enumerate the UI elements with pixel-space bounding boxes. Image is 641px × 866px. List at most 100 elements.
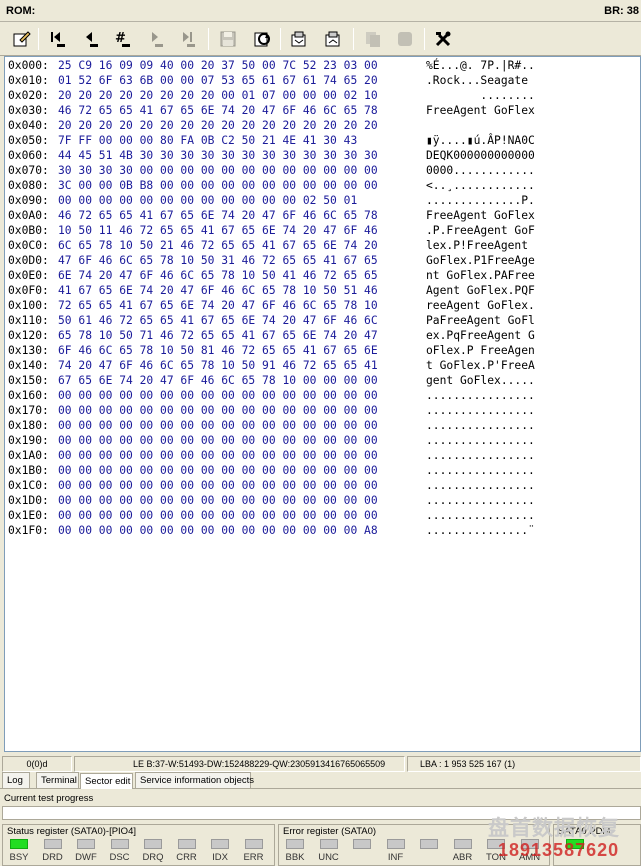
row-bytes[interactable]: 3C 00 00 0B B8 00 00 00 00 00 00 00 00 0… [58, 178, 426, 193]
hex-row[interactable]: 0x1C0: 00 00 00 00 00 00 00 00 00 00 00 0… [8, 478, 535, 493]
row-ascii[interactable]: ................ [426, 388, 535, 403]
row-ascii[interactable]: ................ [426, 478, 535, 493]
hex-row[interactable]: 0x1B0: 00 00 00 00 00 00 00 00 00 00 00 0… [8, 463, 535, 478]
copy-icon[interactable] [360, 26, 386, 52]
row-ascii[interactable]: FreeAgent GoFlex [426, 103, 535, 118]
row-ascii[interactable]: ................ [426, 403, 535, 418]
row-bytes[interactable]: 44 45 51 4B 30 30 30 30 30 30 30 30 30 3… [58, 148, 426, 163]
row-ascii[interactable]: ................ [426, 493, 535, 508]
row-ascii[interactable]: ex.PqFreeAgent G [426, 328, 535, 343]
row-bytes[interactable]: 67 65 6E 74 20 47 6F 46 6C 65 78 10 00 0… [58, 373, 426, 388]
tools-icon[interactable] [430, 26, 456, 52]
row-bytes[interactable]: 00 00 00 00 00 00 00 00 00 00 00 00 00 0… [58, 433, 426, 448]
row-bytes[interactable]: 6C 65 78 10 50 21 46 72 65 65 41 67 65 6… [58, 238, 426, 253]
goto-sector-icon[interactable]: # [110, 26, 136, 52]
tab-terminal[interactable]: Terminal [36, 772, 79, 788]
row-ascii[interactable]: gent GoFlex..... [426, 373, 535, 388]
row-ascii[interactable]: .P.FreeAgent GoF [426, 223, 535, 238]
read-to-file-icon[interactable] [286, 26, 312, 52]
row-ascii[interactable]: ...............¨ [426, 523, 535, 538]
row-bytes[interactable]: 00 00 00 00 00 00 00 00 00 00 00 00 00 0… [58, 418, 426, 433]
hex-row[interactable]: 0x160: 00 00 00 00 00 00 00 00 00 00 00 0… [8, 388, 535, 403]
hex-row[interactable]: 0x120: 65 78 10 50 71 46 72 65 65 41 67 6… [8, 328, 535, 343]
write-from-file-icon[interactable] [320, 26, 346, 52]
goto-last-icon[interactable] [175, 26, 201, 52]
row-bytes[interactable]: 50 61 46 72 65 65 41 67 65 6E 74 20 47 6… [58, 313, 426, 328]
goto-prev-icon[interactable] [78, 26, 104, 52]
row-ascii[interactable]: Agent GoFlex.PQF [426, 283, 535, 298]
hex-row[interactable]: 0x100: 72 65 65 41 67 65 6E 74 20 47 6F 4… [8, 298, 535, 313]
row-ascii[interactable]: PaFreeAgent GoFl [426, 313, 535, 328]
goto-first-icon[interactable] [45, 26, 71, 52]
row-ascii[interactable]: t GoFlex.P'FreeA [426, 358, 535, 373]
edit-icon[interactable] [8, 26, 34, 52]
row-bytes[interactable]: 74 20 47 6F 46 6C 65 78 10 50 91 46 72 6… [58, 358, 426, 373]
sector-hex-editor[interactable]: 0x000: 25 C9 16 09 09 40 00 20 37 50 00 7… [4, 56, 641, 752]
hex-row[interactable]: 0x150: 67 65 6E 74 20 47 6F 46 6C 65 78 1… [8, 373, 535, 388]
row-ascii[interactable]: ..............P. [426, 193, 535, 208]
row-bytes[interactable]: 00 00 00 00 00 00 00 00 00 00 00 00 02 5… [58, 193, 426, 208]
save-icon[interactable] [215, 26, 241, 52]
hex-row[interactable]: 0x030: 46 72 65 65 41 67 65 6E 74 20 47 6… [8, 103, 535, 118]
row-ascii[interactable]: FreeAgent GoFlex [426, 208, 535, 223]
row-bytes[interactable]: 6E 74 20 47 6F 46 6C 65 78 10 50 41 46 7… [58, 268, 426, 283]
row-ascii[interactable]: ................ [426, 508, 535, 523]
row-bytes[interactable]: 20 20 20 20 20 20 20 20 00 01 07 00 00 0… [58, 88, 426, 103]
row-bytes[interactable]: 41 67 65 6E 74 20 47 6F 46 6C 65 78 10 5… [58, 283, 426, 298]
row-bytes[interactable]: 25 C9 16 09 09 40 00 20 37 50 00 7C 52 2… [58, 58, 426, 73]
row-bytes[interactable]: 00 00 00 00 00 00 00 00 00 00 00 00 00 0… [58, 388, 426, 403]
hex-row[interactable]: 0x0C0: 6C 65 78 10 50 21 46 72 65 65 41 6… [8, 238, 535, 253]
hex-row[interactable]: 0x1F0: 00 00 00 00 00 00 00 00 00 00 00 0… [8, 523, 535, 538]
hex-row[interactable]: 0x060: 44 45 51 4B 30 30 30 30 30 30 30 3… [8, 148, 535, 163]
row-bytes[interactable]: 6F 46 6C 65 78 10 50 81 46 72 65 65 41 6… [58, 343, 426, 358]
row-ascii[interactable]: ................ [426, 463, 535, 478]
hex-row[interactable]: 0x040: 20 20 20 20 20 20 20 20 20 20 20 2… [8, 118, 535, 133]
row-ascii[interactable]: 0000............ [426, 163, 535, 178]
hex-row[interactable]: 0x130: 6F 46 6C 65 78 10 50 81 46 72 65 6… [8, 343, 535, 358]
hex-row[interactable]: 0x090: 00 00 00 00 00 00 00 00 00 00 00 0… [8, 193, 535, 208]
row-bytes[interactable]: 00 00 00 00 00 00 00 00 00 00 00 00 00 0… [58, 403, 426, 418]
row-bytes[interactable]: 20 20 20 20 20 20 20 20 20 20 20 20 20 2… [58, 118, 426, 133]
hex-row[interactable]: 0x010: 01 52 6F 63 6B 00 00 07 53 65 61 6… [8, 73, 535, 88]
row-ascii[interactable]: lex.P!FreeAgent [426, 238, 535, 253]
row-ascii[interactable] [426, 118, 535, 133]
hex-row[interactable]: 0x050: 7F FF 00 00 00 80 FA 0B C2 50 21 4… [8, 133, 535, 148]
row-ascii[interactable]: oFlex.P FreeAgen [426, 343, 535, 358]
hex-row[interactable]: 0x1A0: 00 00 00 00 00 00 00 00 00 00 00 0… [8, 448, 535, 463]
goto-next-icon[interactable] [143, 26, 169, 52]
hex-row[interactable]: 0x190: 00 00 00 00 00 00 00 00 00 00 00 0… [8, 433, 535, 448]
row-ascii[interactable]: .Rock...Seagate [426, 73, 535, 88]
row-ascii[interactable]: GoFlex.P1FreeAge [426, 253, 535, 268]
row-bytes[interactable]: 47 6F 46 6C 65 78 10 50 31 46 72 65 65 4… [58, 253, 426, 268]
row-ascii[interactable]: ▮ÿ....▮ú.ÂP!NA0C [426, 133, 535, 148]
row-bytes[interactable]: 10 50 11 46 72 65 65 41 67 65 6E 74 20 4… [58, 223, 426, 238]
hex-row[interactable]: 0x0F0: 41 67 65 6E 74 20 47 6F 46 6C 65 7… [8, 283, 535, 298]
row-ascii[interactable]: ........ [426, 88, 534, 103]
row-ascii[interactable]: DEQK000000000000 [426, 148, 535, 163]
tab-service-information-objects[interactable]: Service information objects [135, 772, 254, 788]
row-ascii[interactable]: <..¸............ [426, 178, 535, 193]
hex-row[interactable]: 0x020: 20 20 20 20 20 20 20 20 00 01 07 0… [8, 88, 535, 103]
hex-row[interactable]: 0x170: 00 00 00 00 00 00 00 00 00 00 00 0… [8, 403, 535, 418]
row-bytes[interactable]: 01 52 6F 63 6B 00 00 07 53 65 61 67 61 7… [58, 73, 426, 88]
hex-row[interactable]: 0x000: 25 C9 16 09 09 40 00 20 37 50 00 7… [8, 58, 535, 73]
row-bytes[interactable]: 46 72 65 65 41 67 65 6E 74 20 47 6F 46 6… [58, 208, 426, 223]
row-ascii[interactable]: ................ [426, 418, 535, 433]
row-ascii[interactable]: ................ [426, 433, 535, 448]
row-bytes[interactable]: 72 65 65 41 67 65 6E 74 20 47 6F 46 6C 6… [58, 298, 426, 313]
hex-row[interactable]: 0x1D0: 00 00 00 00 00 00 00 00 00 00 00 0… [8, 493, 535, 508]
hex-row[interactable]: 0x080: 3C 00 00 0B B8 00 00 00 00 00 00 0… [8, 178, 535, 193]
row-bytes[interactable]: 30 30 30 30 00 00 00 00 00 00 00 00 00 0… [58, 163, 426, 178]
hex-row[interactable]: 0x1E0: 00 00 00 00 00 00 00 00 00 00 00 0… [8, 508, 535, 523]
row-bytes[interactable]: 00 00 00 00 00 00 00 00 00 00 00 00 00 0… [58, 493, 426, 508]
hex-row[interactable]: 0x180: 00 00 00 00 00 00 00 00 00 00 00 0… [8, 418, 535, 433]
row-ascii[interactable]: %É...@. 7P.|R#.. [426, 58, 535, 73]
row-bytes[interactable]: 46 72 65 65 41 67 65 6E 74 20 47 6F 46 6… [58, 103, 426, 118]
row-bytes[interactable]: 00 00 00 00 00 00 00 00 00 00 00 00 00 0… [58, 508, 426, 523]
row-bytes[interactable]: 00 00 00 00 00 00 00 00 00 00 00 00 00 0… [58, 523, 426, 538]
hex-row[interactable]: 0x0E0: 6E 74 20 47 6F 46 6C 65 78 10 50 4… [8, 268, 535, 283]
refresh-icon[interactable] [249, 26, 275, 52]
hex-row[interactable]: 0x110: 50 61 46 72 65 65 41 67 65 6E 74 2… [8, 313, 535, 328]
hex-row[interactable]: 0x140: 74 20 47 6F 46 6C 65 78 10 50 91 4… [8, 358, 535, 373]
row-bytes[interactable]: 65 78 10 50 71 46 72 65 65 41 67 65 6E 7… [58, 328, 426, 343]
